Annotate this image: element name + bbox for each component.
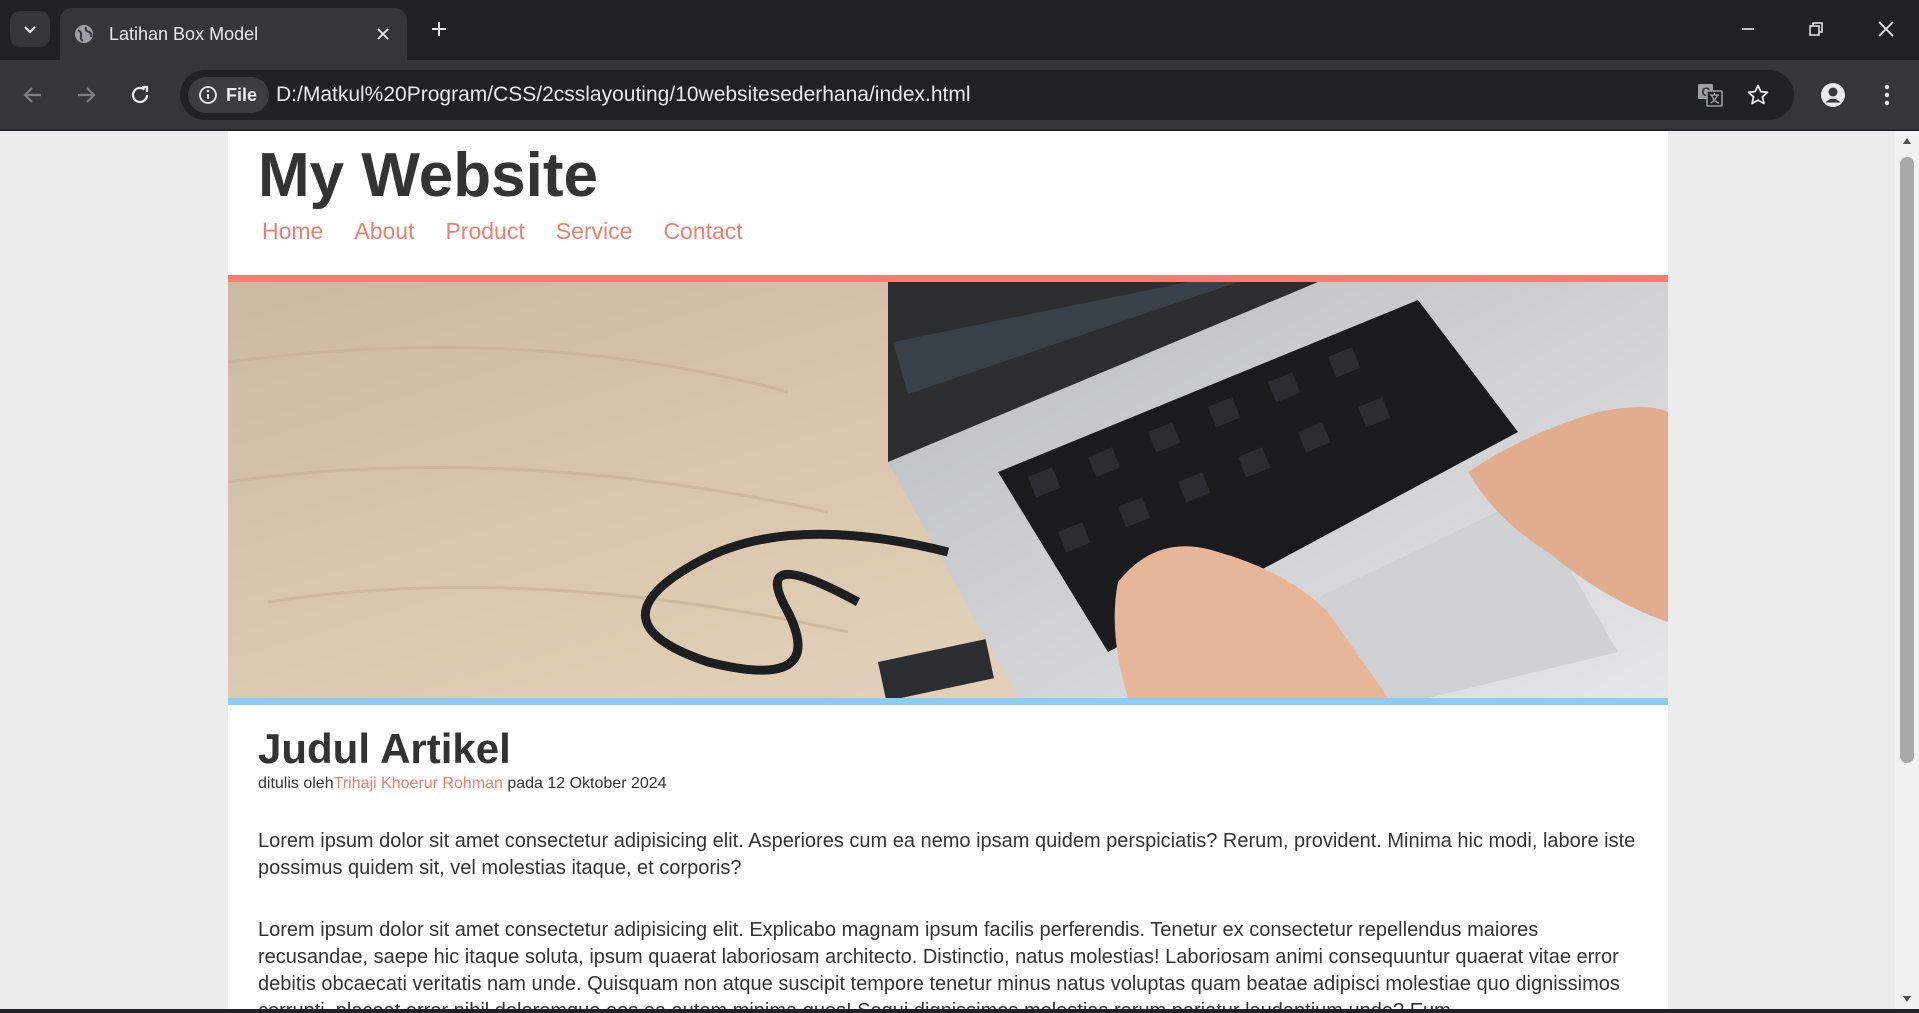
article-paragraph: Lorem ipsum dolor sit amet consectetur a… [258, 830, 1636, 880]
close-icon [1878, 21, 1894, 37]
menu-item-product[interactable]: Product [445, 218, 524, 245]
url-text[interactable]: D:/Matkul%20Program/CSS/2csslayouting/10… [276, 70, 971, 120]
translate-icon: G [1698, 84, 1723, 107]
bookmark-button[interactable] [1742, 79, 1774, 111]
site-title: My Website [258, 141, 598, 210]
globe-icon [75, 25, 93, 43]
triangle-up-icon [1903, 138, 1911, 144]
close-icon [377, 28, 389, 40]
browser-toolbar: File D:/Matkul%20Program/CSS/2csslayouti… [0, 60, 1919, 130]
back-button[interactable] [14, 76, 52, 114]
scroll-down-button[interactable] [1895, 989, 1919, 1009]
vertical-scrollbar[interactable] [1895, 131, 1919, 1009]
browser-menu-button[interactable] [1868, 76, 1906, 114]
minimize-button[interactable] [1720, 6, 1776, 52]
star-icon [1747, 84, 1769, 105]
author-link[interactable]: Trihaji Khoerur Rohman [334, 775, 503, 792]
profile-button[interactable] [1814, 76, 1852, 114]
article-byline: ditulis olehTrihaji Khoerur Rohman pada … [258, 775, 1638, 793]
reload-button[interactable] [121, 76, 159, 114]
menu-item-home[interactable]: Home [262, 218, 323, 245]
forward-button[interactable] [67, 76, 105, 114]
site-info-chip[interactable]: File [188, 77, 270, 113]
window-bottom-edge [0, 1009, 1919, 1013]
hero-image [228, 275, 1668, 705]
window-close-button[interactable] [1858, 6, 1914, 52]
translate-button[interactable]: G [1694, 79, 1726, 111]
main-menu: Home About Product Service Contact [258, 218, 1668, 245]
menu-item-contact[interactable]: Contact [663, 218, 742, 245]
scrollbar-thumb[interactable] [1900, 157, 1914, 763]
scroll-up-button[interactable] [1895, 131, 1919, 151]
active-tab[interactable]: Latihan Box Model [60, 8, 407, 60]
article: Judul Artikel ditulis olehTrihaji Khoeru… [228, 705, 1668, 1009]
address-bar[interactable]: File D:/Matkul%20Program/CSS/2csslayouti… [180, 70, 1794, 120]
tab-title: Latihan Box Model [109, 23, 259, 44]
site-info-label: File [226, 84, 258, 105]
article-paragraph: Lorem ipsum dolor sit amet consectetur a… [258, 919, 1620, 1009]
menu-item-about[interactable]: About [354, 218, 414, 245]
tab-close-button[interactable] [369, 20, 397, 48]
profile-icon [1821, 83, 1845, 107]
tab-search-button[interactable] [10, 11, 50, 47]
site-header: My Website Home About Product Service Co… [228, 131, 1668, 275]
byline-prefix: ditulis oleh [258, 775, 334, 793]
minimize-icon [1742, 28, 1754, 30]
plus-icon [432, 22, 446, 36]
restore-button[interactable] [1788, 6, 1844, 52]
article-title: Judul Artikel [258, 725, 511, 772]
chevron-down-icon [24, 26, 36, 34]
info-icon [199, 86, 217, 104]
tab-strip: Latihan Box Model [0, 0, 1919, 60]
restore-icon [1809, 22, 1823, 36]
menu-item-service[interactable]: Service [556, 218, 633, 245]
new-tab-button[interactable] [422, 12, 456, 46]
arrow-left-icon [23, 87, 41, 103]
page-viewport: My Website Home About Product Service Co… [0, 131, 1919, 1009]
more-vertical-icon [1884, 84, 1890, 106]
triangle-down-icon [1903, 996, 1911, 1002]
reload-icon [131, 85, 149, 104]
byline-suffix: pada 12 Oktober 2024 [502, 775, 667, 793]
laptop-photo [228, 282, 1668, 698]
page-container: My Website Home About Product Service Co… [228, 131, 1668, 1009]
arrow-right-icon [78, 87, 96, 103]
